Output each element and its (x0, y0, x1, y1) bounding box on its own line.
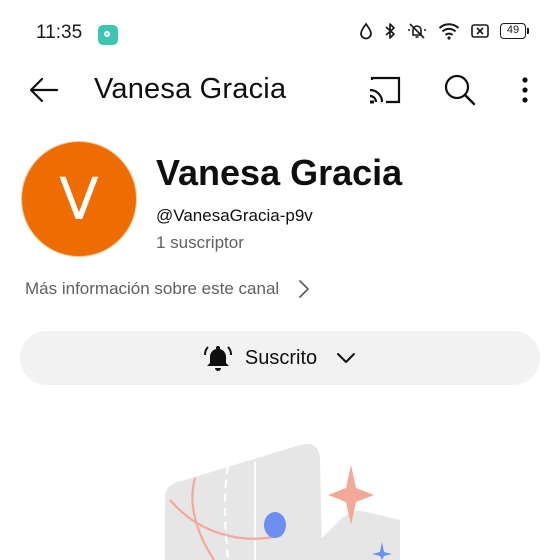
chevron-down-icon (337, 353, 356, 363)
subscriber-count: 1 suscriptor (156, 233, 244, 252)
subscribed-label: Suscrito (244, 346, 318, 369)
app-bar-title: Vanesa Gracia (94, 73, 287, 105)
bell-icon (203, 346, 232, 371)
wifi-icon (438, 23, 460, 40)
cast-icon[interactable] (366, 74, 402, 106)
status-bar: 11:35 49 (0, 0, 560, 66)
avatar-letter: V (59, 165, 99, 233)
battery-icon: 49 (500, 23, 529, 39)
mute-bell-icon (408, 23, 426, 39)
status-icons: 49 (359, 22, 529, 40)
more-vert-icon[interactable] (512, 72, 538, 108)
more-info-link[interactable]: Más información sobre este canal (25, 278, 311, 300)
app-bar: Vanesa Gracia (0, 66, 560, 112)
illustration-blue-dot (264, 512, 286, 538)
status-time: 11:35 (36, 22, 83, 43)
bluetooth-icon (385, 23, 395, 39)
more-info-label: Más información sobre este canal (25, 279, 280, 298)
empty-channel-illustration (165, 443, 400, 560)
channel-handle: @VanesaGracia-p9v (156, 206, 313, 225)
subscribed-button[interactable]: Suscrito (20, 331, 540, 385)
nfc-icon (471, 24, 489, 38)
chevron-right-icon (299, 280, 310, 298)
illustration-card-left (165, 443, 322, 560)
back-arrow-icon[interactable] (26, 72, 62, 108)
water-drop-icon (360, 22, 372, 40)
search-icon[interactable] (442, 72, 478, 108)
channel-avatar[interactable]: V (22, 142, 136, 256)
notification-app-icon (98, 25, 118, 45)
channel-name: Vanesa Gracia (156, 152, 403, 193)
